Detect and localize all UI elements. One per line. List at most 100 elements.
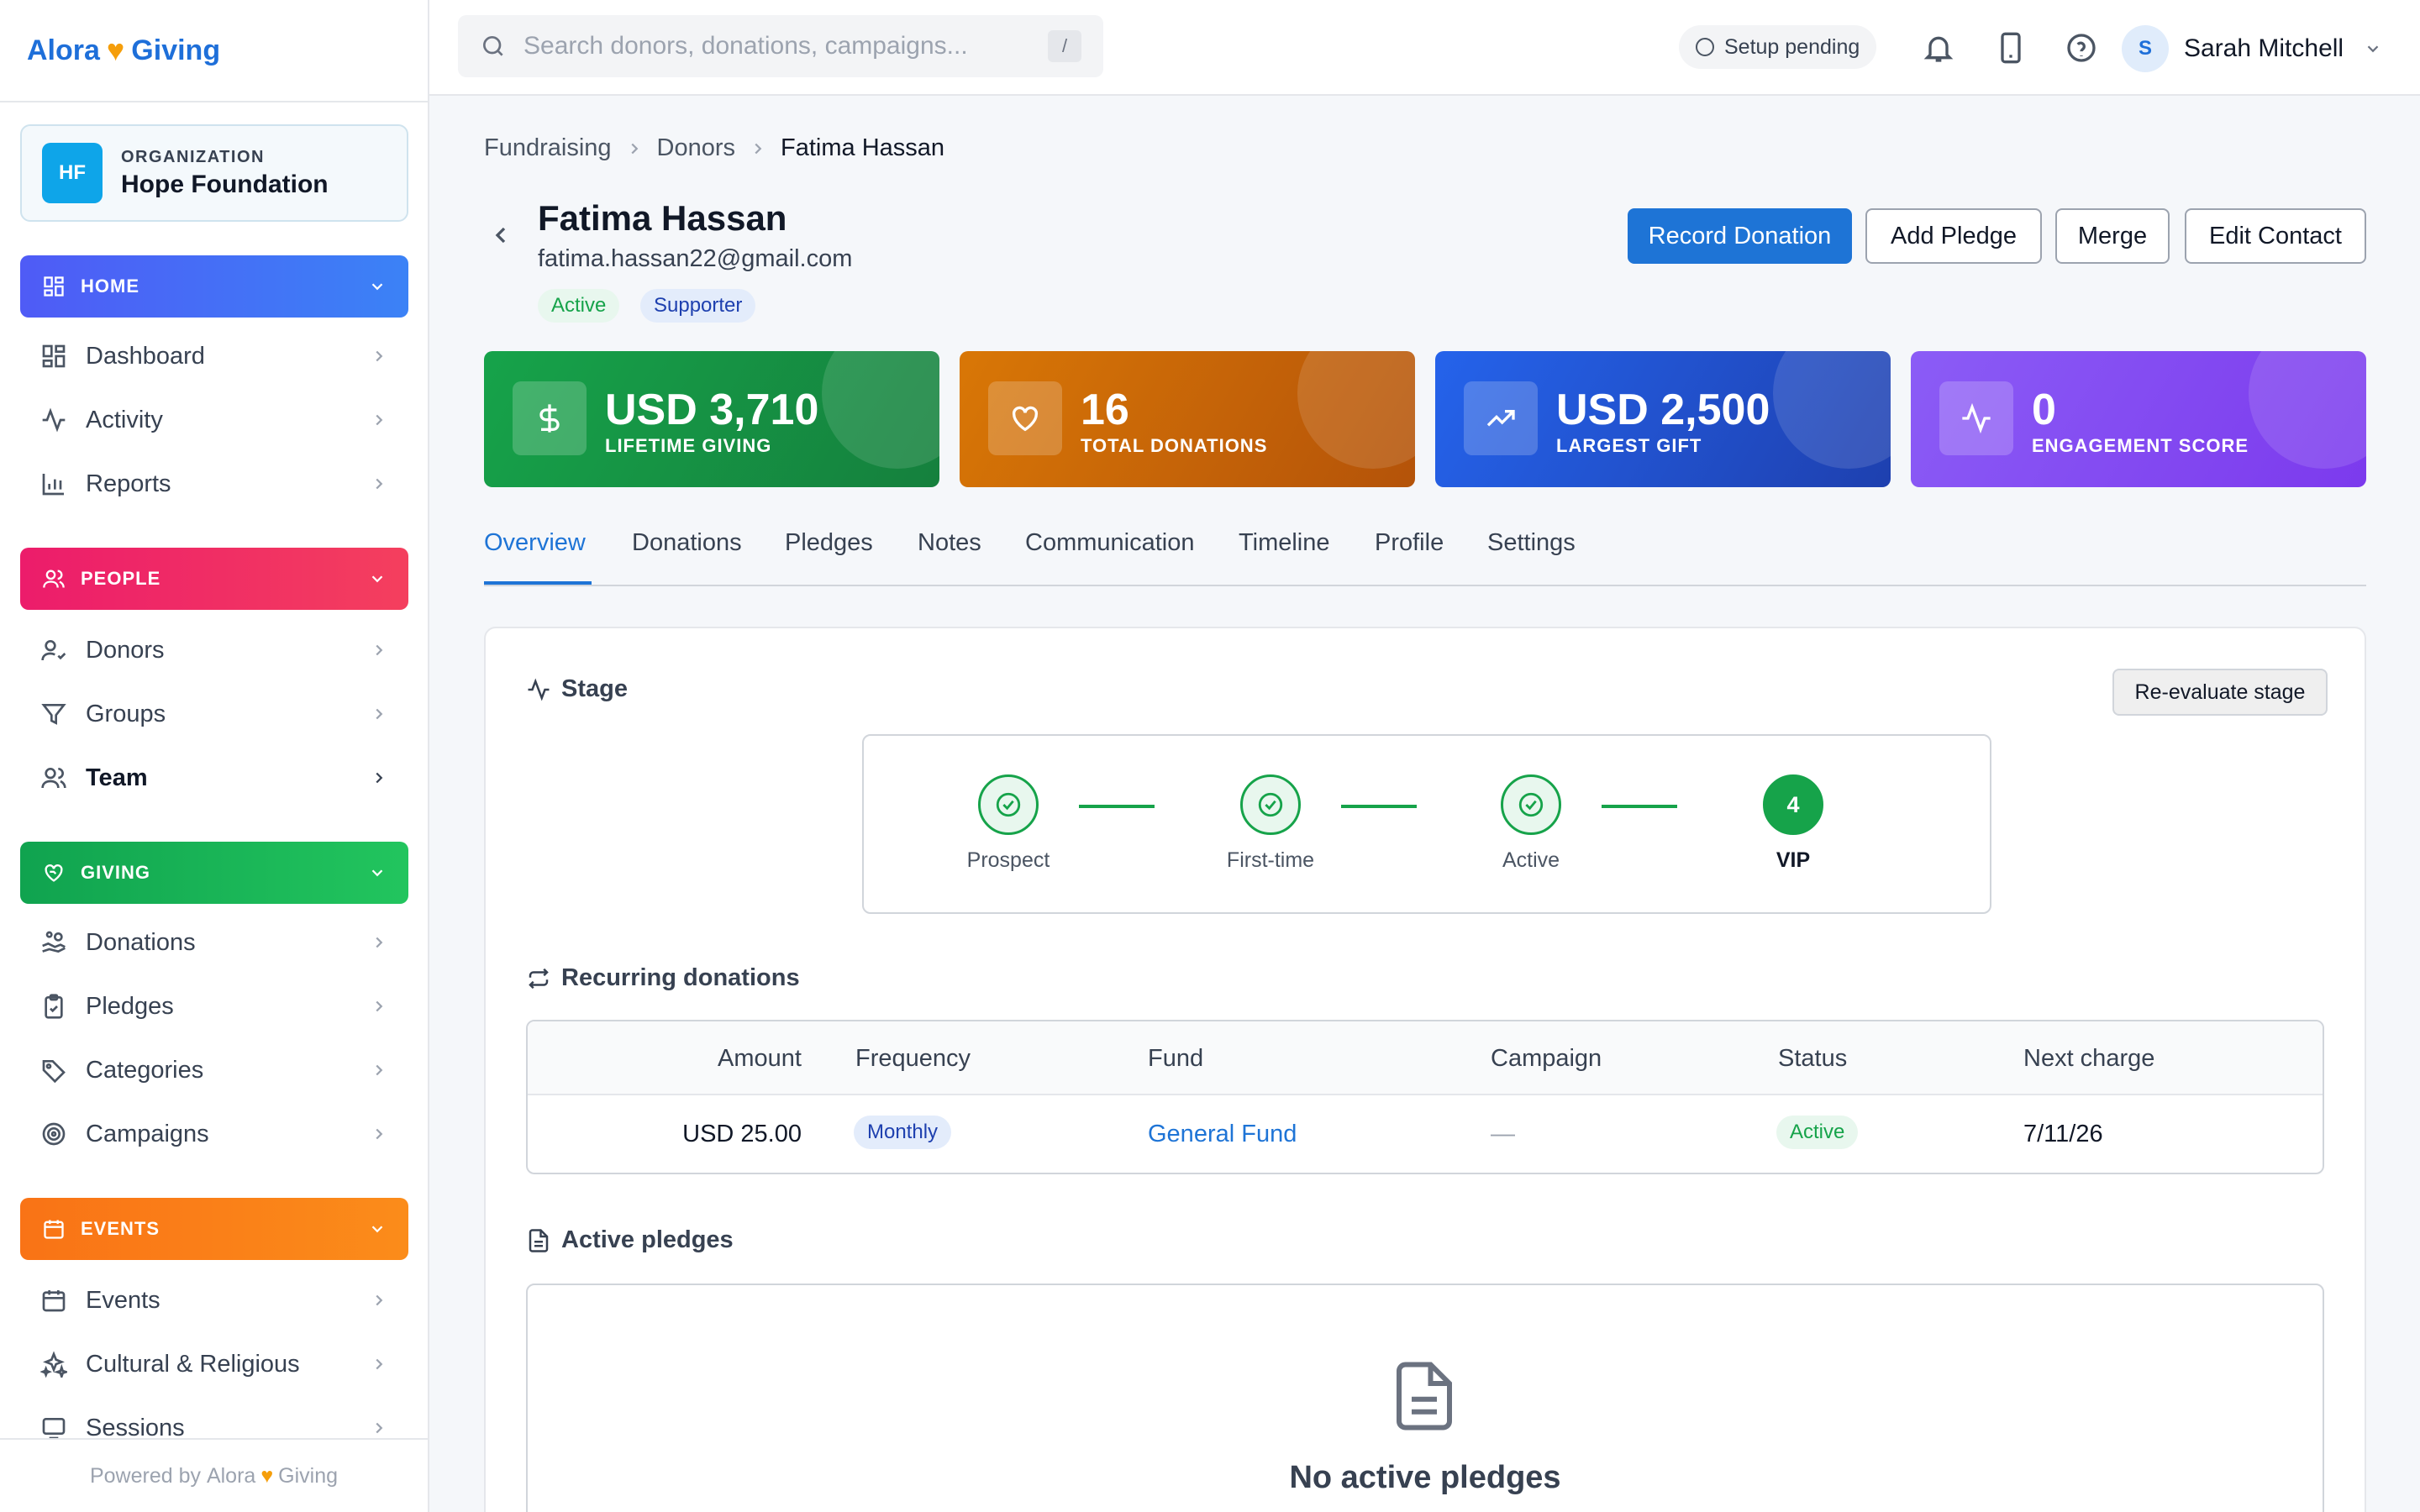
stat-card-largest-gift: USD 2,500 LARGEST GIFT xyxy=(1435,351,1891,487)
activity-icon xyxy=(1962,402,1991,434)
sidebar-item-campaigns[interactable]: Campaigns xyxy=(20,1109,408,1159)
sidebar-item-activity[interactable]: Activity xyxy=(20,395,408,445)
sidebar-item-label: Dashboard xyxy=(86,342,205,370)
nav-section-people[interactable]: PEOPLE xyxy=(20,548,408,610)
stage-section-title: Stage xyxy=(526,675,628,703)
avatar: S xyxy=(2122,25,2169,72)
topbar: Search donors, donations, campaigns... /… xyxy=(429,0,2420,96)
check-circle-icon xyxy=(996,792,1021,817)
record-donation-button[interactable]: Record Donation xyxy=(1628,208,1852,264)
tab-bar: Overview Donations Pledges Notes Communi… xyxy=(484,517,2366,586)
pledges-title: Active pledges xyxy=(561,1226,734,1253)
breadcrumb-fundraising[interactable]: Fundraising xyxy=(484,134,612,162)
sidebar-item-cultural-religious[interactable]: Cultural & Religious xyxy=(20,1339,408,1389)
sidebar-item-label: Cultural & Religious xyxy=(86,1350,300,1378)
tab-communication[interactable]: Communication xyxy=(1025,529,1194,557)
sidebar-item-label: Groups xyxy=(86,700,166,727)
heart-icon: ♥ xyxy=(106,33,125,67)
sidebar-item-pledges[interactable]: Pledges xyxy=(20,981,408,1032)
back-arrow-icon[interactable] xyxy=(487,222,514,249)
nav-section-label: HOME xyxy=(81,276,139,297)
nav-section-label: PEOPLE xyxy=(81,568,161,589)
recurring-section-title: Recurring donations xyxy=(526,964,800,992)
decorative-circle xyxy=(1297,351,1415,469)
step-current-marker: 4 xyxy=(1763,774,1823,835)
setup-status-badge[interactable]: Setup pending xyxy=(1679,25,1877,69)
check-circle-icon xyxy=(1258,792,1283,817)
sidebar-item-groups[interactable]: Groups xyxy=(20,689,408,739)
chevron-right-icon xyxy=(376,772,383,784)
trending-up-icon xyxy=(1486,410,1515,427)
sidebar-item-donors[interactable]: Donors xyxy=(20,625,408,675)
tag-icon xyxy=(42,1060,66,1084)
organization-switcher[interactable]: HF ORGANIZATION Hope Foundation xyxy=(20,124,408,222)
sidebar-item-team[interactable]: Team xyxy=(20,753,408,803)
nav-section-events[interactable]: EVENTS xyxy=(20,1198,408,1260)
hand-heart-icon xyxy=(45,864,63,882)
empty-state-text: No active pledges xyxy=(1289,1460,1561,1495)
nav-section-giving[interactable]: GIVING xyxy=(20,842,408,904)
grid-icon xyxy=(42,344,66,368)
sidebar-item-label: Categories xyxy=(86,1056,204,1084)
step-complete-marker xyxy=(978,774,1039,835)
sidebar-item-reports[interactable]: Reports xyxy=(20,459,408,509)
stat-icon-box xyxy=(988,381,1062,455)
brand-logo[interactable]: Alora ♥ Giving xyxy=(0,0,428,102)
search-placeholder: Search donors, donations, campaigns... xyxy=(523,32,968,60)
tab-overview[interactable]: Overview xyxy=(484,529,586,557)
chevron-right-icon xyxy=(376,1358,383,1370)
breadcrumb-donors[interactable]: Donors xyxy=(657,134,736,162)
stat-card-total-donations: 16 TOTAL DONATIONS xyxy=(960,351,1415,487)
chevron-right-icon xyxy=(376,644,383,656)
users-icon xyxy=(43,570,65,588)
stat-card-lifetime-giving: USD 3,710 LIFETIME GIVING xyxy=(484,351,939,487)
sidebar-item-dashboard[interactable]: Dashboard xyxy=(20,331,408,381)
merge-button[interactable]: Merge xyxy=(2055,208,2170,264)
mobile-icon[interactable] xyxy=(1994,31,2028,65)
chevron-right-icon xyxy=(376,350,383,362)
decorative-circle xyxy=(2249,351,2366,469)
tab-donations[interactable]: Donations xyxy=(632,529,742,557)
sidebar-item-label: Team xyxy=(86,764,148,791)
chevron-right-icon xyxy=(376,1294,383,1306)
chevron-down-icon xyxy=(371,575,383,583)
edit-contact-button[interactable]: Edit Contact xyxy=(2185,208,2366,264)
stage-step-prospect: Prospect xyxy=(924,774,1092,873)
column-header-frequency: Frequency xyxy=(855,1045,971,1072)
stat-label: LARGEST GIFT xyxy=(1556,435,1702,456)
overview-panel: Stage Re-evaluate stage Prospect First-t… xyxy=(484,627,2366,1512)
help-icon[interactable] xyxy=(2065,31,2098,65)
check-circle-icon xyxy=(1518,792,1544,817)
cell-campaign: — xyxy=(1491,1121,1515,1147)
stat-icon-box xyxy=(1464,381,1538,455)
chevron-right-icon xyxy=(376,1422,383,1434)
step-connector xyxy=(1341,805,1417,808)
add-pledge-button[interactable]: Add Pledge xyxy=(1865,208,2042,264)
chevron-right-icon xyxy=(755,143,762,154)
tab-settings[interactable]: Settings xyxy=(1487,529,1576,557)
stat-label: ENGAGEMENT SCORE xyxy=(2032,435,2249,456)
sidebar-item-categories[interactable]: Categories xyxy=(20,1045,408,1095)
sidebar-item-label: Pledges xyxy=(86,992,174,1020)
tab-timeline[interactable]: Timeline xyxy=(1239,529,1330,557)
tab-profile[interactable]: Profile xyxy=(1375,529,1444,557)
column-header-campaign: Campaign xyxy=(1491,1045,1602,1072)
chevron-right-icon xyxy=(376,1064,383,1076)
search-input[interactable]: Search donors, donations, campaigns... / xyxy=(458,15,1103,77)
tab-notes[interactable]: Notes xyxy=(918,529,981,557)
fund-link[interactable]: General Fund xyxy=(1148,1121,1297,1148)
nav-section-home[interactable]: HOME xyxy=(20,255,408,318)
active-tab-indicator xyxy=(484,581,592,585)
activity-icon xyxy=(42,407,66,433)
sidebar-item-donations[interactable]: Donations xyxy=(20,917,408,968)
step-label: VIP xyxy=(1776,848,1811,872)
pledges-empty-state: No active pledges xyxy=(526,1284,2324,1512)
chevron-right-icon xyxy=(630,143,638,154)
re-evaluate-stage-button[interactable]: Re-evaluate stage xyxy=(2112,669,2328,716)
sidebar-item-events[interactable]: Events xyxy=(20,1275,408,1326)
user-menu[interactable]: S Sarah Mitchell xyxy=(2122,24,2382,74)
grid-icon xyxy=(44,276,64,297)
bell-icon[interactable] xyxy=(1922,31,1955,65)
tab-pledges[interactable]: Pledges xyxy=(785,529,873,557)
breadcrumb-current: Fatima Hassan xyxy=(781,134,945,161)
